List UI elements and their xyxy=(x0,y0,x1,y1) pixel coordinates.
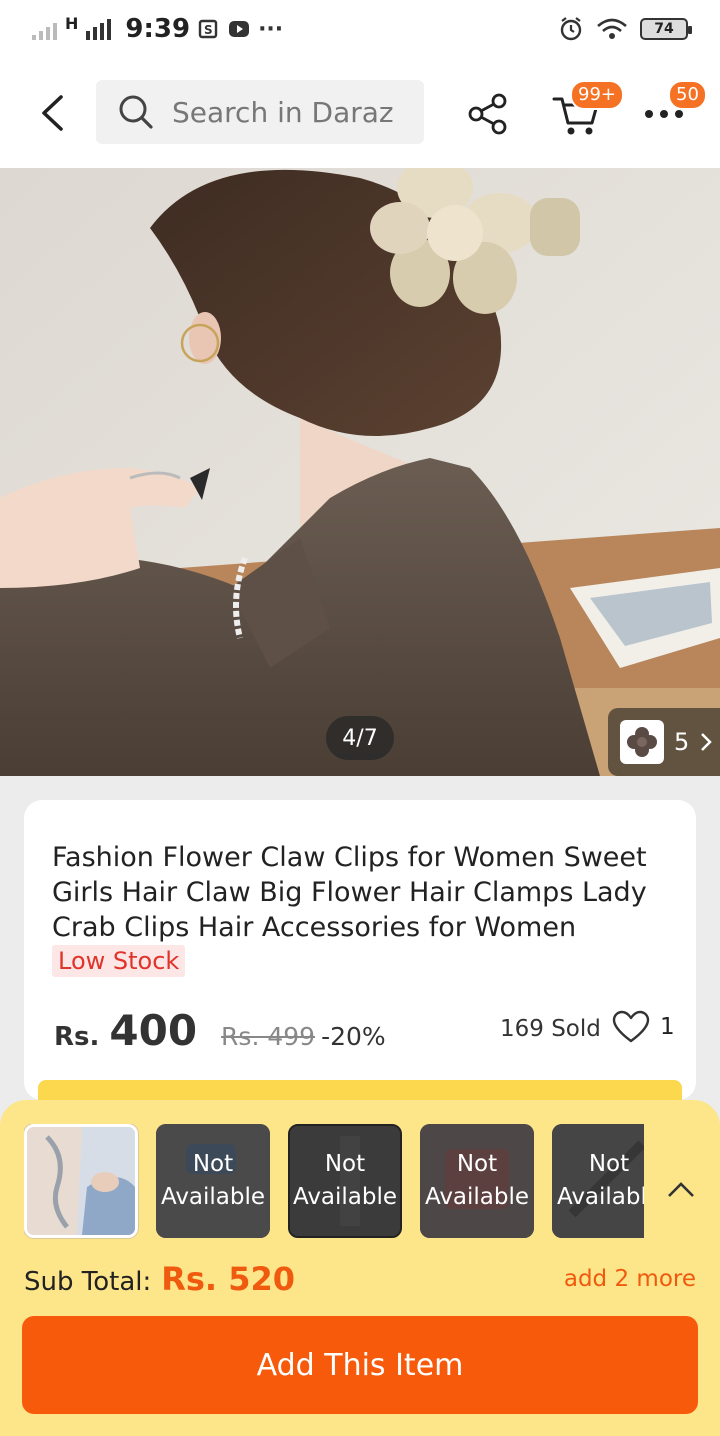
battery-level: 74 xyxy=(654,21,674,37)
search-placeholder: Search in Daraz xyxy=(172,95,394,129)
price-row: Rs. 400 Rs. 499 -20% xyxy=(54,1006,386,1055)
product-info-card: Fashion Flower Claw Clips for Women Swee… xyxy=(24,800,696,1102)
image-counter: 4/7 xyxy=(326,716,394,760)
not-available-overlay: Not Available xyxy=(420,1124,534,1238)
status-bar: H 9:39 S ··· 74 xyxy=(0,0,720,58)
share-button[interactable] xyxy=(460,86,516,142)
sold-count: 169 Sold xyxy=(500,1016,601,1042)
subtotal-value: Rs. 520 xyxy=(161,1260,296,1298)
bundle-item-5[interactable]: Not Available xyxy=(552,1124,644,1238)
top-navigation: Search in Daraz 99+ 50 xyxy=(0,58,720,168)
heart-icon xyxy=(612,1010,650,1043)
bundle-item-1[interactable] xyxy=(24,1124,138,1238)
bundle-sheet: Not Available Not Available Not Availabl… xyxy=(0,1100,720,1436)
bundle-item-2[interactable]: Not Available xyxy=(156,1124,270,1238)
bundle-item-4[interactable]: Not Available xyxy=(420,1124,534,1238)
alarm-icon xyxy=(560,17,582,41)
search-icon xyxy=(119,95,153,129)
variant-thumb xyxy=(620,720,664,764)
wifi-icon xyxy=(597,18,627,39)
currency: Rs. xyxy=(54,1022,100,1052)
variant-count: 5 xyxy=(674,728,690,756)
like-count: 1 xyxy=(660,1014,675,1040)
share-icon xyxy=(468,93,507,135)
clock: 9:39 xyxy=(125,14,191,44)
flower-clip-icon xyxy=(627,727,657,757)
discount-percent: -20% xyxy=(321,1022,386,1051)
promo-banner xyxy=(38,1080,682,1102)
bundle-item-image xyxy=(27,1127,135,1235)
back-button[interactable] xyxy=(30,88,74,138)
cart-count-badge: 99+ xyxy=(570,80,624,110)
add-item-button[interactable]: Add This Item xyxy=(22,1316,698,1414)
add-more-link[interactable]: add 2 more xyxy=(564,1266,696,1292)
not-available-overlay: Not Available xyxy=(552,1124,644,1238)
sync-icon: S xyxy=(198,19,218,39)
stock-badge: Low Stock xyxy=(52,945,186,977)
search-bar[interactable]: Search in Daraz xyxy=(96,80,424,144)
signal-icon-2 xyxy=(86,18,112,40)
more-options-button[interactable]: 50 xyxy=(636,80,707,142)
product-photo xyxy=(0,168,720,776)
variant-selector[interactable]: 5 xyxy=(608,708,720,776)
wishlist-button[interactable]: 1 xyxy=(612,1010,675,1044)
product-image-gallery[interactable]: 4/7 5 xyxy=(0,168,720,776)
subtotal: Sub Total: Rs. 520 xyxy=(24,1260,295,1298)
bundle-items: Not Available Not Available Not Availabl… xyxy=(24,1124,644,1240)
chevron-up-icon xyxy=(668,1182,694,1197)
battery-indicator: 74 xyxy=(640,18,692,40)
not-available-overlay: Not Available xyxy=(156,1124,270,1238)
youtube-icon xyxy=(229,21,250,37)
current-price: 400 xyxy=(109,1006,198,1055)
chevron-right-icon xyxy=(701,733,713,751)
network-type: H xyxy=(65,13,79,33)
bundle-item-3[interactable]: Not Available xyxy=(288,1124,402,1238)
expand-sheet-button[interactable] xyxy=(666,1180,696,1204)
cart-button[interactable]: 99+ xyxy=(548,80,624,142)
more-notifications-icon: ··· xyxy=(258,16,284,42)
subtotal-label: Sub Total: xyxy=(24,1267,152,1297)
original-price: Rs. 499 xyxy=(221,1022,316,1051)
back-arrow-icon xyxy=(42,95,63,131)
product-title: Fashion Flower Claw Clips for Women Swee… xyxy=(52,842,647,943)
message-count-badge: 50 xyxy=(668,80,707,110)
signal-icon xyxy=(32,18,57,40)
not-available-overlay: Not Available xyxy=(290,1126,400,1236)
svg-text:S: S xyxy=(204,23,213,37)
